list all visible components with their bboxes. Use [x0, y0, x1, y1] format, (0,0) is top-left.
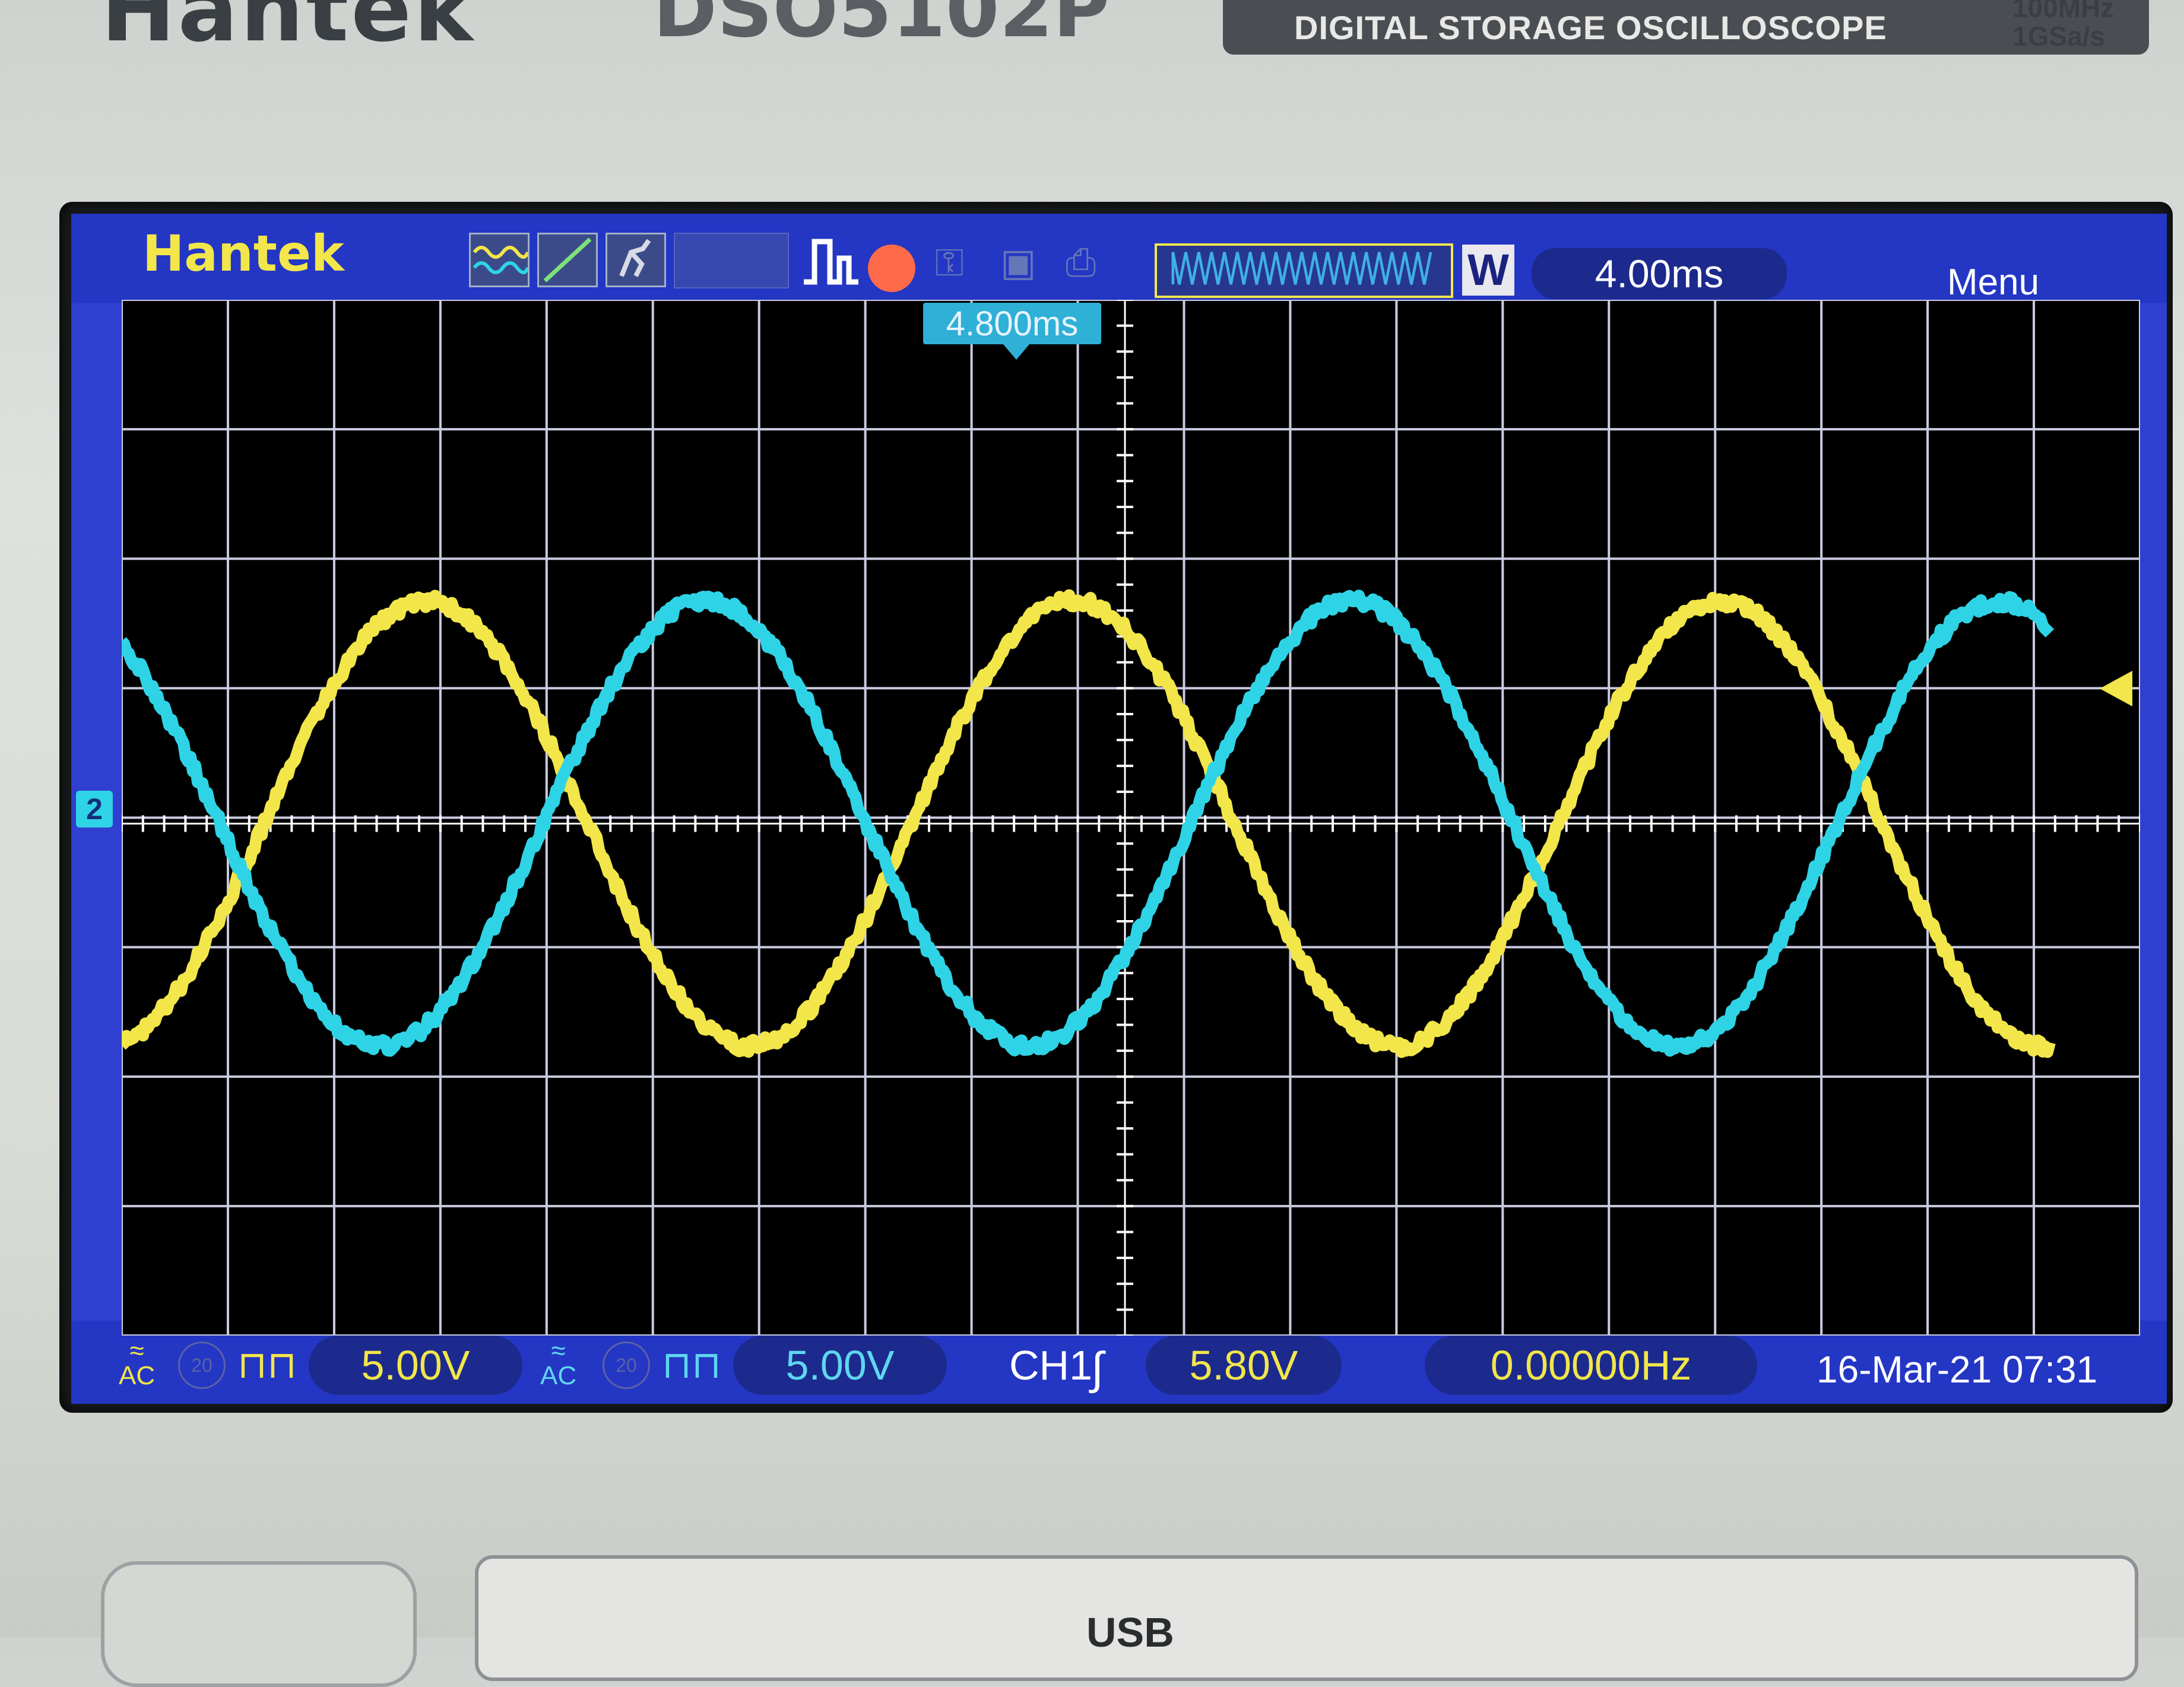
probe-icon[interactable] — [606, 233, 666, 287]
probe-attenuation-icon[interactable]: ⊓⊓ — [662, 1343, 721, 1387]
trigger-position-readout[interactable]: 4.800ms — [923, 303, 1101, 344]
front-panel-button[interactable] — [101, 1561, 417, 1687]
run-pulse-icon[interactable] — [801, 234, 861, 288]
trigger-source[interactable]: CH1 — [1009, 1342, 1092, 1389]
print-icon: ⎙ — [1066, 240, 1096, 285]
memory-timeline[interactable] — [1155, 243, 1453, 298]
timebase-readout[interactable]: 4.00ms — [1532, 248, 1787, 299]
ch1-scale[interactable]: 5.00V — [309, 1336, 522, 1395]
menu-button[interactable]: Menu — [1947, 261, 2039, 303]
probe-attenuation-icon[interactable]: ⊓⊓ — [237, 1343, 297, 1387]
bezel-sample-rate: 1GSa/s — [2012, 20, 2105, 52]
trigger-position-pointer[interactable] — [1003, 344, 1029, 360]
ch2-coupling-label: AC — [540, 1363, 576, 1388]
ch2-scale[interactable]: 5.00V — [733, 1336, 947, 1395]
ch2-ground-marker[interactable]: 2 — [76, 791, 113, 827]
ch2-coupling[interactable]: ≈ AC — [540, 1339, 576, 1388]
waveform-graticule — [122, 300, 2140, 1336]
date-time: 16-Mar-21 07:31 — [1817, 1347, 2097, 1391]
bandwidth-limit-icon[interactable]: 20 — [603, 1342, 650, 1389]
bezel-model: DSO5102P — [653, 0, 1110, 55]
bezel-type-label: DIGITAL STORAGE OSCILLOSCOPE — [1294, 8, 1887, 47]
ac-coupling-icon: ≈ — [540, 1339, 576, 1363]
bandwidth-limit-icon[interactable]: 20 — [178, 1342, 226, 1389]
blank-status-box — [674, 233, 789, 288]
line-icon[interactable] — [537, 233, 598, 287]
record-icon[interactable] — [868, 245, 915, 292]
screen-logo: Hantek — [142, 224, 344, 283]
frequency-counter: 0.00000Hz — [1425, 1336, 1757, 1395]
usb-port-panel — [475, 1555, 2138, 1681]
trigger-level-marker[interactable] — [2100, 671, 2132, 706]
key-icon: ⚿ — [935, 240, 964, 285]
bezel-brand: Hantek — [101, 0, 476, 62]
save-icon: ▣ — [1000, 240, 1036, 285]
waveform-icon[interactable] — [469, 233, 530, 287]
usb-label: USB — [1086, 1609, 1174, 1656]
rising-edge-icon[interactable]: ∫ — [1091, 1343, 1104, 1394]
trigger-level[interactable]: 5.80V — [1146, 1336, 1342, 1395]
memory-window-indicator[interactable]: W — [1462, 245, 1514, 296]
ac-coupling-icon: ≈ — [119, 1339, 155, 1363]
waveform-svg — [122, 300, 2140, 1336]
ch1-coupling-label: AC — [119, 1363, 155, 1388]
ch1-coupling[interactable]: ≈ AC — [119, 1339, 155, 1388]
top-status-bar — [71, 214, 2167, 303]
